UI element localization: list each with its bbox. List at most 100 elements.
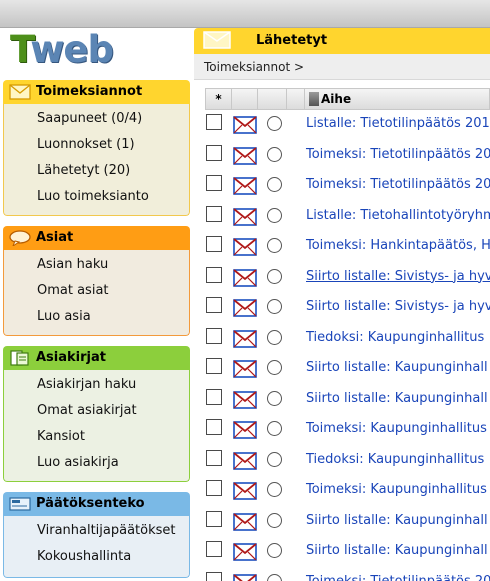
row-subject-link[interactable]: Listalle: Tietohallintotyöryhm	[306, 201, 490, 231]
meeting-icon	[9, 497, 31, 511]
row-checkbox[interactable]	[206, 480, 222, 496]
table-row[interactable]: Listalle: Tietohallintotyöryhm	[205, 201, 490, 231]
subject-column-header[interactable]: Aihe	[305, 89, 490, 109]
sidebar-item-lahetetyt[interactable]: Lähetetyt (20)	[4, 158, 189, 184]
status-column-header	[258, 89, 287, 109]
flag-column-header	[287, 89, 305, 109]
tweb-logo[interactable]: Tweb	[10, 28, 190, 72]
row-subject-link[interactable]: Toimeksi: Hankintapäätös, H	[306, 231, 490, 261]
sort-handle-icon[interactable]	[309, 92, 319, 106]
table-row[interactable]: Toimeksi: Tietotilinpäätös 20	[205, 170, 490, 200]
sidebar-item-viranhaltijapaatokset[interactable]: Viranhaltijapäätökset	[4, 518, 189, 544]
table-row[interactable]: Siirto listalle: Kaupunginhall	[205, 536, 490, 566]
row-radio[interactable]	[267, 146, 282, 162]
sidebar-item-omat-asiat[interactable]: Omat asiat	[4, 278, 189, 304]
row-subject-link[interactable]: Siirto listalle: Kaupunginhall	[306, 536, 488, 566]
row-radio[interactable]	[267, 116, 282, 131]
row-checkbox[interactable]	[206, 236, 222, 252]
table-row[interactable]: Siirto listalle: Kaupunginhall	[205, 384, 490, 414]
table-row[interactable]: Siirto listalle: Sivistys- ja hyv	[205, 262, 490, 292]
sidebar-item-asian-haku[interactable]: Asian haku	[4, 252, 189, 278]
breadcrumb[interactable]: Toimeksiannot >	[194, 54, 490, 80]
sidebar-item-luo-toimeksianto[interactable]: Luo toimeksianto	[4, 184, 189, 210]
row-checkbox[interactable]	[206, 144, 222, 161]
select-all-header[interactable]: *	[206, 89, 232, 109]
row-subject-link[interactable]: Toimeksi: Kaupunginhallitus	[306, 414, 487, 444]
sent-envelope-icon	[233, 268, 257, 287]
table-row[interactable]: Toimeksi: Hankintapäätös, H	[205, 231, 490, 261]
table-row[interactable]: Listalle: Tietotilinpäätös 201	[205, 109, 490, 139]
row-radio[interactable]	[267, 573, 282, 581]
row-subject-link[interactable]: Toimeksi: Kaupunginhallitus	[306, 475, 487, 505]
table-row[interactable]: Toimeksi: Tietotilinpäätös 20	[205, 567, 490, 581]
row-checkbox[interactable]	[206, 571, 222, 581]
sent-envelope-icon	[233, 329, 257, 348]
type-column-header	[232, 89, 258, 109]
table-row[interactable]: Toimeksi: Kaupunginhallitus	[205, 475, 490, 505]
row-checkbox[interactable]	[206, 358, 222, 374]
row-checkbox[interactable]	[206, 419, 222, 435]
sidebar-item-saapuneet[interactable]: Saapuneet (0/4)	[4, 106, 189, 132]
row-subject-link[interactable]: Listalle: Tietotilinpäätös 201	[306, 109, 490, 139]
table-row[interactable]: Siirto listalle: Kaupunginhall	[205, 353, 490, 383]
row-checkbox[interactable]	[206, 449, 222, 466]
row-radio[interactable]	[267, 360, 282, 375]
sidebar-item-luo-asia[interactable]: Luo asia	[4, 304, 189, 330]
sent-envelope-icon	[233, 116, 257, 134]
page-title: Lähetetyt	[256, 33, 328, 48]
sidebar-item-omat-asiakirjat[interactable]: Omat asiakirjat	[4, 398, 189, 424]
row-checkbox[interactable]	[206, 266, 222, 283]
row-checkbox[interactable]	[206, 510, 222, 527]
row-checkbox[interactable]	[206, 327, 222, 344]
table-row[interactable]: Toimeksi: Tietotilinpäätös 20	[205, 140, 490, 170]
row-radio[interactable]	[267, 329, 282, 345]
asiakirjat-panel: Asiakirjat Asiakirjan haku Omat asiakirj…	[3, 346, 190, 482]
row-checkbox[interactable]	[206, 541, 222, 557]
row-subject-link[interactable]: Tiedoksi: Kaupunginhallitus	[306, 445, 484, 475]
row-radio[interactable]	[267, 390, 282, 406]
row-checkbox[interactable]	[206, 175, 222, 191]
row-radio[interactable]	[267, 512, 282, 528]
sent-envelope-icon	[233, 146, 257, 165]
paatoksenteko-title: Päätöksenteko	[36, 496, 145, 511]
sidebar-item-asiakirjan-haku[interactable]: Asiakirjan haku	[4, 372, 189, 398]
row-subject-link[interactable]: Toimeksi: Tietotilinpäätös 20	[306, 567, 490, 581]
sidebar-item-kokoushallinta[interactable]: Kokoushallinta	[4, 544, 189, 570]
row-subject-link[interactable]: Siirto listalle: Sivistys- ja hyv	[306, 292, 490, 322]
document-icon	[10, 350, 29, 366]
row-radio[interactable]	[267, 299, 282, 314]
table-row[interactable]: Siirto listalle: Sivistys- ja hyv	[205, 292, 490, 322]
table-row[interactable]: Toimeksi: Kaupunginhallitus	[205, 414, 490, 444]
sidebar-item-kansiot[interactable]: Kansiot	[4, 424, 189, 450]
row-subject-link[interactable]: Siirto listalle: Kaupunginhall	[306, 506, 488, 536]
row-radio[interactable]	[267, 482, 282, 497]
sent-envelope-icon	[233, 238, 257, 256]
sidebar-item-luo-asiakirja[interactable]: Luo asiakirja	[4, 450, 189, 476]
paatoksenteko-header: Päätöksenteko	[3, 492, 190, 516]
row-radio[interactable]	[267, 268, 282, 284]
row-radio[interactable]	[267, 451, 282, 467]
sent-envelope-icon	[233, 573, 257, 581]
table-row[interactable]: Tiedoksi: Kaupunginhallitus	[205, 445, 490, 475]
row-subject-link[interactable]: Tiedoksi: Kaupunginhallitus	[306, 323, 484, 353]
row-subject-link[interactable]: Siirto listalle: Sivistys- ja hyv	[306, 262, 490, 292]
row-subject-link[interactable]: Toimeksi: Tietotilinpäätös 20	[306, 140, 490, 170]
sent-envelope-icon	[233, 299, 257, 317]
row-radio[interactable]	[267, 207, 282, 223]
row-subject-link[interactable]: Siirto listalle: Kaupunginhall	[306, 353, 488, 383]
row-checkbox[interactable]	[206, 205, 222, 222]
row-radio[interactable]	[267, 421, 282, 436]
table-row[interactable]: Tiedoksi: Kaupunginhallitus	[205, 323, 490, 353]
row-checkbox[interactable]	[206, 297, 222, 313]
sidebar-item-luonnokset[interactable]: Luonnokset (1)	[4, 132, 189, 158]
row-checkbox[interactable]	[206, 388, 222, 405]
row-subject-link[interactable]: Toimeksi: Tietotilinpäätös 20	[306, 170, 490, 200]
main-header: Lähetetyt	[194, 28, 490, 54]
row-subject-link[interactable]: Siirto listalle: Kaupunginhall	[306, 384, 488, 414]
row-checkbox[interactable]	[206, 114, 222, 130]
row-radio[interactable]	[267, 543, 282, 558]
asiat-panel: Asiat Asian haku Omat asiat Luo asia	[3, 226, 190, 336]
row-radio[interactable]	[267, 177, 282, 192]
table-row[interactable]: Siirto listalle: Kaupunginhall	[205, 506, 490, 536]
row-radio[interactable]	[267, 238, 282, 253]
